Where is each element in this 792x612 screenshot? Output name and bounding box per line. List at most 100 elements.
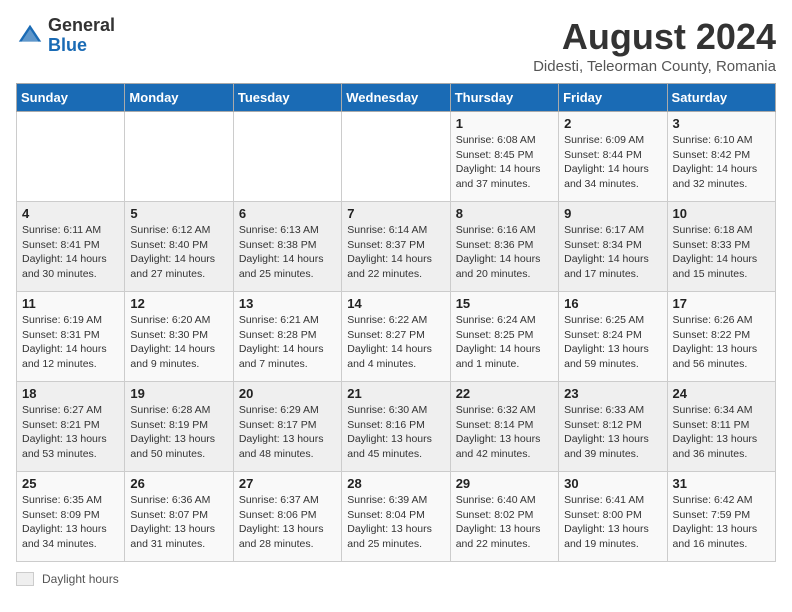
col-header-thursday: Thursday	[450, 84, 558, 112]
day-number: 1	[456, 116, 553, 131]
calendar-cell: 22 Sunrise: 6:32 AM Sunset: 8:14 PM Dayli…	[450, 382, 558, 472]
page-header: General Blue August 2024 Didesti, Teleor…	[16, 16, 776, 75]
calendar-table: SundayMondayTuesdayWednesdayThursdayFrid…	[16, 83, 776, 562]
day-info: Sunrise: 6:21 AM Sunset: 8:28 PM Dayligh…	[239, 313, 336, 372]
day-info: Sunrise: 6:17 AM Sunset: 8:34 PM Dayligh…	[564, 223, 661, 282]
day-number: 20	[239, 386, 336, 401]
day-info: Sunrise: 6:08 AM Sunset: 8:45 PM Dayligh…	[456, 133, 553, 192]
day-number: 9	[564, 206, 661, 221]
calendar-week-0: 1 Sunrise: 6:08 AM Sunset: 8:45 PM Daylig…	[17, 112, 776, 202]
calendar-cell: 28 Sunrise: 6:39 AM Sunset: 8:04 PM Dayli…	[342, 472, 450, 562]
calendar-cell: 23 Sunrise: 6:33 AM Sunset: 8:12 PM Dayli…	[559, 382, 667, 472]
calendar-header-row: SundayMondayTuesdayWednesdayThursdayFrid…	[17, 84, 776, 112]
day-info: Sunrise: 6:39 AM Sunset: 8:04 PM Dayligh…	[347, 493, 444, 552]
footer: Daylight hours	[16, 572, 776, 586]
day-number: 17	[673, 296, 770, 311]
day-number: 23	[564, 386, 661, 401]
day-info: Sunrise: 6:41 AM Sunset: 8:00 PM Dayligh…	[564, 493, 661, 552]
day-info: Sunrise: 6:09 AM Sunset: 8:44 PM Dayligh…	[564, 133, 661, 192]
calendar-cell: 8 Sunrise: 6:16 AM Sunset: 8:36 PM Daylig…	[450, 202, 558, 292]
day-number: 7	[347, 206, 444, 221]
day-info: Sunrise: 6:30 AM Sunset: 8:16 PM Dayligh…	[347, 403, 444, 462]
day-number: 28	[347, 476, 444, 491]
calendar-cell: 21 Sunrise: 6:30 AM Sunset: 8:16 PM Dayli…	[342, 382, 450, 472]
day-info: Sunrise: 6:10 AM Sunset: 8:42 PM Dayligh…	[673, 133, 770, 192]
calendar-cell: 31 Sunrise: 6:42 AM Sunset: 7:59 PM Dayli…	[667, 472, 775, 562]
day-info: Sunrise: 6:32 AM Sunset: 8:14 PM Dayligh…	[456, 403, 553, 462]
day-info: Sunrise: 6:29 AM Sunset: 8:17 PM Dayligh…	[239, 403, 336, 462]
calendar-cell: 19Sunrise: 6:28 AM Sunset: 8:19 PM Dayli…	[125, 382, 233, 472]
day-number: 22	[456, 386, 553, 401]
calendar-cell: 11 Sunrise: 6:19 AM Sunset: 8:31 PM Dayli…	[17, 292, 125, 382]
calendar-week-4: 25Sunrise: 6:35 AM Sunset: 8:09 PM Dayli…	[17, 472, 776, 562]
calendar-week-3: 18Sunrise: 6:27 AM Sunset: 8:21 PM Dayli…	[17, 382, 776, 472]
calendar-cell: 1 Sunrise: 6:08 AM Sunset: 8:45 PM Daylig…	[450, 112, 558, 202]
calendar-cell: 17Sunrise: 6:26 AM Sunset: 8:22 PM Dayli…	[667, 292, 775, 382]
day-number: 5	[130, 206, 227, 221]
col-header-saturday: Saturday	[667, 84, 775, 112]
logo-general: General	[48, 16, 115, 36]
day-number: 31	[673, 476, 770, 491]
location: Didesti, Teleorman County, Romania	[533, 58, 776, 75]
day-number: 21	[347, 386, 444, 401]
calendar-cell: 24 Sunrise: 6:34 AM Sunset: 8:11 PM Dayli…	[667, 382, 775, 472]
day-number: 18	[22, 386, 119, 401]
day-number: 8	[456, 206, 553, 221]
calendar-cell: 27Sunrise: 6:37 AM Sunset: 8:06 PM Dayli…	[233, 472, 341, 562]
day-info: Sunrise: 6:33 AM Sunset: 8:12 PM Dayligh…	[564, 403, 661, 462]
day-info: Sunrise: 6:19 AM Sunset: 8:31 PM Dayligh…	[22, 313, 119, 372]
day-info: Sunrise: 6:37 AM Sunset: 8:06 PM Dayligh…	[239, 493, 336, 552]
day-number: 15	[456, 296, 553, 311]
month-year: August 2024	[533, 16, 776, 58]
day-number: 10	[673, 206, 770, 221]
day-number: 4	[22, 206, 119, 221]
calendar-week-2: 11 Sunrise: 6:19 AM Sunset: 8:31 PM Dayli…	[17, 292, 776, 382]
day-info: Sunrise: 6:25 AM Sunset: 8:24 PM Dayligh…	[564, 313, 661, 372]
calendar-cell: 29Sunrise: 6:40 AM Sunset: 8:02 PM Dayli…	[450, 472, 558, 562]
day-number: 16	[564, 296, 661, 311]
calendar-cell: 14Sunrise: 6:22 AM Sunset: 8:27 PM Dayli…	[342, 292, 450, 382]
logo-text: General Blue	[48, 16, 115, 56]
logo: General Blue	[16, 16, 115, 56]
day-number: 26	[130, 476, 227, 491]
calendar-cell: 25Sunrise: 6:35 AM Sunset: 8:09 PM Dayli…	[17, 472, 125, 562]
title-block: August 2024 Didesti, Teleorman County, R…	[533, 16, 776, 75]
day-number: 19	[130, 386, 227, 401]
day-number: 30	[564, 476, 661, 491]
day-info: Sunrise: 6:18 AM Sunset: 8:33 PM Dayligh…	[673, 223, 770, 282]
col-header-sunday: Sunday	[17, 84, 125, 112]
calendar-cell: 7 Sunrise: 6:14 AM Sunset: 8:37 PM Daylig…	[342, 202, 450, 292]
calendar-cell: 18Sunrise: 6:27 AM Sunset: 8:21 PM Dayli…	[17, 382, 125, 472]
day-number: 13	[239, 296, 336, 311]
day-number: 3	[673, 116, 770, 131]
calendar-cell: 10 Sunrise: 6:18 AM Sunset: 8:33 PM Dayli…	[667, 202, 775, 292]
col-header-monday: Monday	[125, 84, 233, 112]
calendar-cell: 4Sunrise: 6:11 AM Sunset: 8:41 PM Daylig…	[17, 202, 125, 292]
day-number: 6	[239, 206, 336, 221]
calendar-cell: 13 Sunrise: 6:21 AM Sunset: 8:28 PM Dayli…	[233, 292, 341, 382]
calendar-cell: 26Sunrise: 6:36 AM Sunset: 8:07 PM Dayli…	[125, 472, 233, 562]
calendar-cell: 5Sunrise: 6:12 AM Sunset: 8:40 PM Daylig…	[125, 202, 233, 292]
col-header-tuesday: Tuesday	[233, 84, 341, 112]
calendar-cell: 12 Sunrise: 6:20 AM Sunset: 8:30 PM Dayli…	[125, 292, 233, 382]
day-number: 2	[564, 116, 661, 131]
day-info: Sunrise: 6:34 AM Sunset: 8:11 PM Dayligh…	[673, 403, 770, 462]
day-info: Sunrise: 6:35 AM Sunset: 8:09 PM Dayligh…	[22, 493, 119, 552]
calendar-cell: 16 Sunrise: 6:25 AM Sunset: 8:24 PM Dayli…	[559, 292, 667, 382]
day-number: 24	[673, 386, 770, 401]
calendar-cell: 9 Sunrise: 6:17 AM Sunset: 8:34 PM Daylig…	[559, 202, 667, 292]
calendar-cell	[342, 112, 450, 202]
day-number: 12	[130, 296, 227, 311]
day-info: Sunrise: 6:16 AM Sunset: 8:36 PM Dayligh…	[456, 223, 553, 282]
day-info: Sunrise: 6:42 AM Sunset: 7:59 PM Dayligh…	[673, 493, 770, 552]
logo-blue: Blue	[48, 36, 115, 56]
day-number: 11	[22, 296, 119, 311]
day-info: Sunrise: 6:40 AM Sunset: 8:02 PM Dayligh…	[456, 493, 553, 552]
day-info: Sunrise: 6:14 AM Sunset: 8:37 PM Dayligh…	[347, 223, 444, 282]
footer-box	[16, 572, 34, 586]
day-info: Sunrise: 6:22 AM Sunset: 8:27 PM Dayligh…	[347, 313, 444, 372]
logo-icon	[16, 22, 44, 50]
day-info: Sunrise: 6:20 AM Sunset: 8:30 PM Dayligh…	[130, 313, 227, 372]
calendar-cell: 15Sunrise: 6:24 AM Sunset: 8:25 PM Dayli…	[450, 292, 558, 382]
calendar-cell: 2 Sunrise: 6:09 AM Sunset: 8:44 PM Daylig…	[559, 112, 667, 202]
